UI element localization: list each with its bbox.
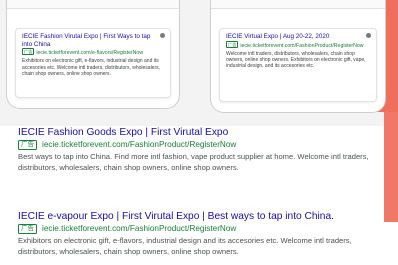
info-icon[interactable] [160, 33, 165, 38]
ad-badge: 广告 [22, 48, 35, 56]
ad-title-link[interactable]: IECIE Virtual Expo | Aug 20-22, 2020 [226, 33, 370, 41]
ad-display-url[interactable]: iecie.ticketforevent.com/FashionProduct/… [240, 43, 363, 49]
ad-title-link[interactable]: IECIE e-vapour Expo | First Virutal Expo… [18, 210, 388, 223]
ad-description: Exhibitors on electronic gift, e-flavors… [18, 236, 352, 257]
mobile-ad-card[interactable]: IECIE Virtual Expo | Aug 20-22, 2020 广告 i… [219, 28, 377, 102]
phone-mockup-right: IECIE Virtual Expo | Aug 20-22, 2020 广告 i… [210, 0, 386, 113]
search-ad-result: IECIE Fashion Goods Expo | First Virutal… [18, 126, 388, 174]
ad-title-link[interactable]: IECIE Fashion Goods Expo | First Virutal… [18, 126, 388, 139]
ad-url-row: 广告 iecie.ticketforevent.com/FashionProduc… [226, 40, 370, 50]
phone-top-bar [7, 0, 179, 9]
ad-url-row: 广告 iecie.ticketforevent.com/FashionProdu… [18, 224, 388, 234]
search-ad-result: IECIE e-vapour Expo | First Virutal Expo… [18, 210, 388, 258]
ad-badge: 广告 [18, 140, 37, 150]
phone-mockup-left: IECIE Fashion Virutal Expo | First Ways … [6, 0, 180, 109]
ad-url-row: 广告 iecie.ticketforevent.com/FashionProdu… [18, 140, 388, 150]
ad-display-url[interactable]: iecie.ticketforevent.com/e-flavors/Regis… [36, 50, 143, 56]
ad-description: Welcome intl traders, distributors, whol… [226, 50, 366, 70]
ad-description: Exhibitors on electronic gift, e-flavors… [22, 58, 161, 77]
ad-display-url[interactable]: iecie.ticketforevent.com/FashionProduct/… [42, 224, 236, 234]
phone-top-bar [211, 0, 385, 9]
ad-badge: 广告 [226, 40, 239, 48]
ad-badge: 广告 [18, 224, 37, 234]
info-icon[interactable] [366, 33, 371, 38]
ad-url-row: 广告 iecie.ticketforevent.com/e-flavors/Reg… [22, 48, 164, 57]
mobile-ad-card[interactable]: IECIE Fashion Virutal Expo | First Ways … [15, 28, 171, 98]
ad-description: Best ways to tap into China. Find more i… [18, 152, 369, 173]
ad-title-link[interactable]: IECIE Fashion Virutal Expo | First Ways … [22, 33, 164, 48]
ad-display-url[interactable]: iecie.ticketforevent.com/FashionProduct/… [42, 140, 236, 150]
